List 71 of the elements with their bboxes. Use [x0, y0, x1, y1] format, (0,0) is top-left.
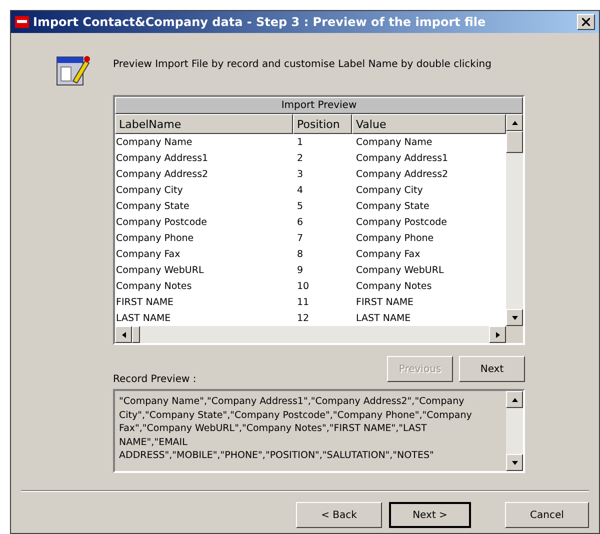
table-cell-text: FIRST NAME: [355, 296, 415, 308]
table-cell-text: Company City: [355, 184, 424, 196]
scroll-up-button[interactable]: [506, 114, 523, 131]
table-cell-text: 3: [296, 168, 304, 180]
table-cell-text: 2: [296, 152, 304, 164]
table-cell-text: 1: [296, 136, 304, 148]
scroll-right-icon: [494, 330, 502, 338]
scroll-up-icon: [510, 118, 518, 126]
column-header[interactable]: Value: [352, 114, 506, 134]
scroll-down-button[interactable]: [506, 309, 523, 326]
table-cell-text: Company State: [115, 200, 190, 212]
close-button[interactable]: [577, 14, 595, 30]
table-cell-text: Company Notes: [355, 280, 433, 292]
scroll-up-icon: [510, 396, 518, 404]
table-cell-text: Company Address1: [355, 152, 450, 164]
scroll-thumb[interactable]: [506, 131, 523, 153]
table-cell-text: FIRST NAME: [115, 296, 175, 308]
table-cell-text: Company Name: [355, 136, 434, 148]
window-title: Import Contact&Company data - Step 3 : Preview of the import file: [33, 15, 487, 29]
table-cell-text: LAST NAME: [355, 312, 412, 324]
table-cell-text: 8: [296, 248, 304, 260]
next-record-button[interactable]: Next: [459, 356, 525, 382]
scroll-left-button[interactable]: [115, 326, 132, 343]
close-icon: [582, 18, 590, 26]
scroll-down-button[interactable]: [506, 454, 523, 471]
table-cell-text: Company City: [115, 184, 184, 196]
table-cell-text: 7: [296, 232, 304, 244]
scroll-down-icon: [510, 314, 518, 322]
back-button[interactable]: < Back: [296, 502, 382, 528]
table-cell-text: Company WebURL: [355, 264, 445, 276]
table-cell-text: Company Phone: [355, 232, 435, 244]
table-cell-text: Company Phone: [115, 232, 195, 244]
column-header[interactable]: LabelName: [115, 114, 293, 134]
scrollbar-corner: [506, 326, 523, 343]
table-cell-text: Company WebURL: [115, 264, 205, 276]
scroll-thumb[interactable]: [132, 326, 140, 343]
table-cell-text: Company Fax: [115, 248, 182, 260]
table-cell-text: Company Fax: [355, 248, 422, 260]
instruction-text: Preview Import File by record and customise Label Name by double clicking: [113, 59, 492, 70]
table-cell-text: 10: [296, 280, 310, 292]
scroll-up-button[interactable]: [506, 391, 523, 408]
column-header[interactable]: Position: [293, 114, 352, 134]
scroll-down-icon: [510, 458, 518, 466]
app-logo-icon: [15, 16, 29, 28]
table-cell-text: Company Address2: [115, 168, 210, 180]
scroll-left-icon: [120, 330, 128, 338]
table-cell-text: 6: [296, 216, 304, 228]
table-cell-text: Company Postcode: [355, 216, 448, 228]
table-cell-text: 9: [296, 264, 304, 276]
table-cell-text: Company Name: [115, 136, 194, 148]
table-cell-text: Company State: [355, 200, 430, 212]
table-cell-text: 11: [296, 296, 310, 308]
table-cell-text: 4: [296, 184, 304, 196]
table-cell-text: Company Notes: [115, 280, 193, 292]
table-edit-icon: [55, 53, 91, 87]
vertical-scrollbar[interactable]: [506, 391, 523, 471]
table-cell-text: 5: [296, 200, 304, 212]
table-cell-text: Company Postcode: [115, 216, 208, 228]
vertical-scrollbar[interactable]: [506, 114, 523, 326]
scroll-right-button[interactable]: [489, 326, 506, 343]
horizontal-scrollbar[interactable]: [115, 326, 506, 343]
table-cell-text: 12: [296, 312, 310, 324]
cancel-button[interactable]: Cancel: [505, 502, 589, 528]
record-preview-text: "Company Name","Company Address1","Company Address2","Company City","Company State","Company Postcode","Company Phone","Company Fax","Company WebURL","Company Notes","FIRST NAME","LAST NAME","EMAIL ADDRESS","MOBILE","PHONE","POSITION","SALUTATION","NOTES": [118, 395, 473, 463]
table-title: Import Preview: [115, 97, 523, 114]
record-preview-box[interactable]: [113, 389, 525, 473]
table-cell-text: Company Address2: [355, 168, 450, 180]
next-button[interactable]: Next >: [389, 502, 471, 528]
record-preview-label: Record Preview :: [113, 374, 198, 385]
table-cell-text: LAST NAME: [115, 312, 172, 324]
table-cell-text: Company Address1: [115, 152, 210, 164]
